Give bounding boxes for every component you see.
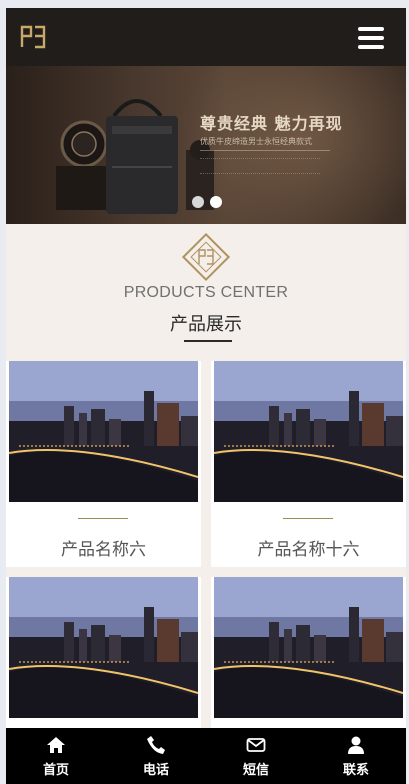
product-card[interactable]: 产品名称六 bbox=[6, 361, 201, 567]
section-title-cn: 产品展示 bbox=[170, 314, 242, 335]
nav-home[interactable]: 首页 bbox=[6, 728, 106, 784]
nav-contact[interactable]: 联系 bbox=[306, 728, 406, 784]
product-image bbox=[9, 577, 198, 718]
product-image bbox=[214, 361, 403, 502]
banner-fine-print bbox=[200, 158, 320, 174]
product-name: 产品名称十六 bbox=[257, 540, 360, 560]
banner-title: 尊贵经典 魅力再现 bbox=[200, 114, 343, 133]
banner-subtitle: 优质牛皮缔造男士永恒经典款式 bbox=[200, 137, 312, 146]
banner-divider bbox=[200, 150, 330, 151]
nav-sms[interactable]: 短信 bbox=[206, 728, 306, 784]
slider-dots bbox=[192, 196, 222, 208]
product-divider bbox=[283, 518, 333, 519]
slider-dot-1[interactable] bbox=[192, 196, 204, 208]
page: 尊贵经典 魅力再现 优质牛皮缔造男士永恒经典款式 PRODUCTS CENTER… bbox=[6, 8, 406, 784]
bottom-nav: 首页 电话 短信 联系 bbox=[6, 728, 406, 784]
brand-logo[interactable] bbox=[20, 24, 46, 50]
nav-sms-label: 短信 bbox=[242, 762, 269, 778]
menu-hamburger-icon[interactable] bbox=[358, 27, 384, 49]
home-icon bbox=[47, 736, 65, 753]
header bbox=[6, 8, 406, 66]
nav-phone[interactable]: 电话 bbox=[106, 728, 206, 784]
nav-home-label: 首页 bbox=[42, 762, 69, 778]
section-logo-icon bbox=[198, 249, 214, 265]
product-name: 产品名称六 bbox=[61, 540, 146, 560]
section-title-en: PRODUCTS CENTER bbox=[123, 284, 289, 301]
banner-slider[interactable]: 尊贵经典 魅力再现 优质牛皮缔造男士永恒经典款式 bbox=[6, 66, 406, 224]
product-image bbox=[214, 577, 403, 718]
product-grid: 产品名称六 产品名称十六 bbox=[6, 361, 406, 783]
product-image bbox=[9, 361, 198, 502]
slider-dot-2[interactable] bbox=[210, 196, 222, 208]
mail-icon bbox=[246, 737, 266, 752]
phone-icon bbox=[147, 735, 165, 754]
section-underline bbox=[184, 340, 232, 342]
products-section-header: PRODUCTS CENTER 产品展示 bbox=[6, 224, 406, 361]
product-card[interactable]: 产品名称十六 bbox=[211, 361, 406, 567]
nav-phone-label: 电话 bbox=[142, 762, 169, 778]
nav-contact-label: 联系 bbox=[342, 762, 369, 778]
user-icon bbox=[348, 736, 364, 754]
product-divider bbox=[78, 518, 128, 519]
